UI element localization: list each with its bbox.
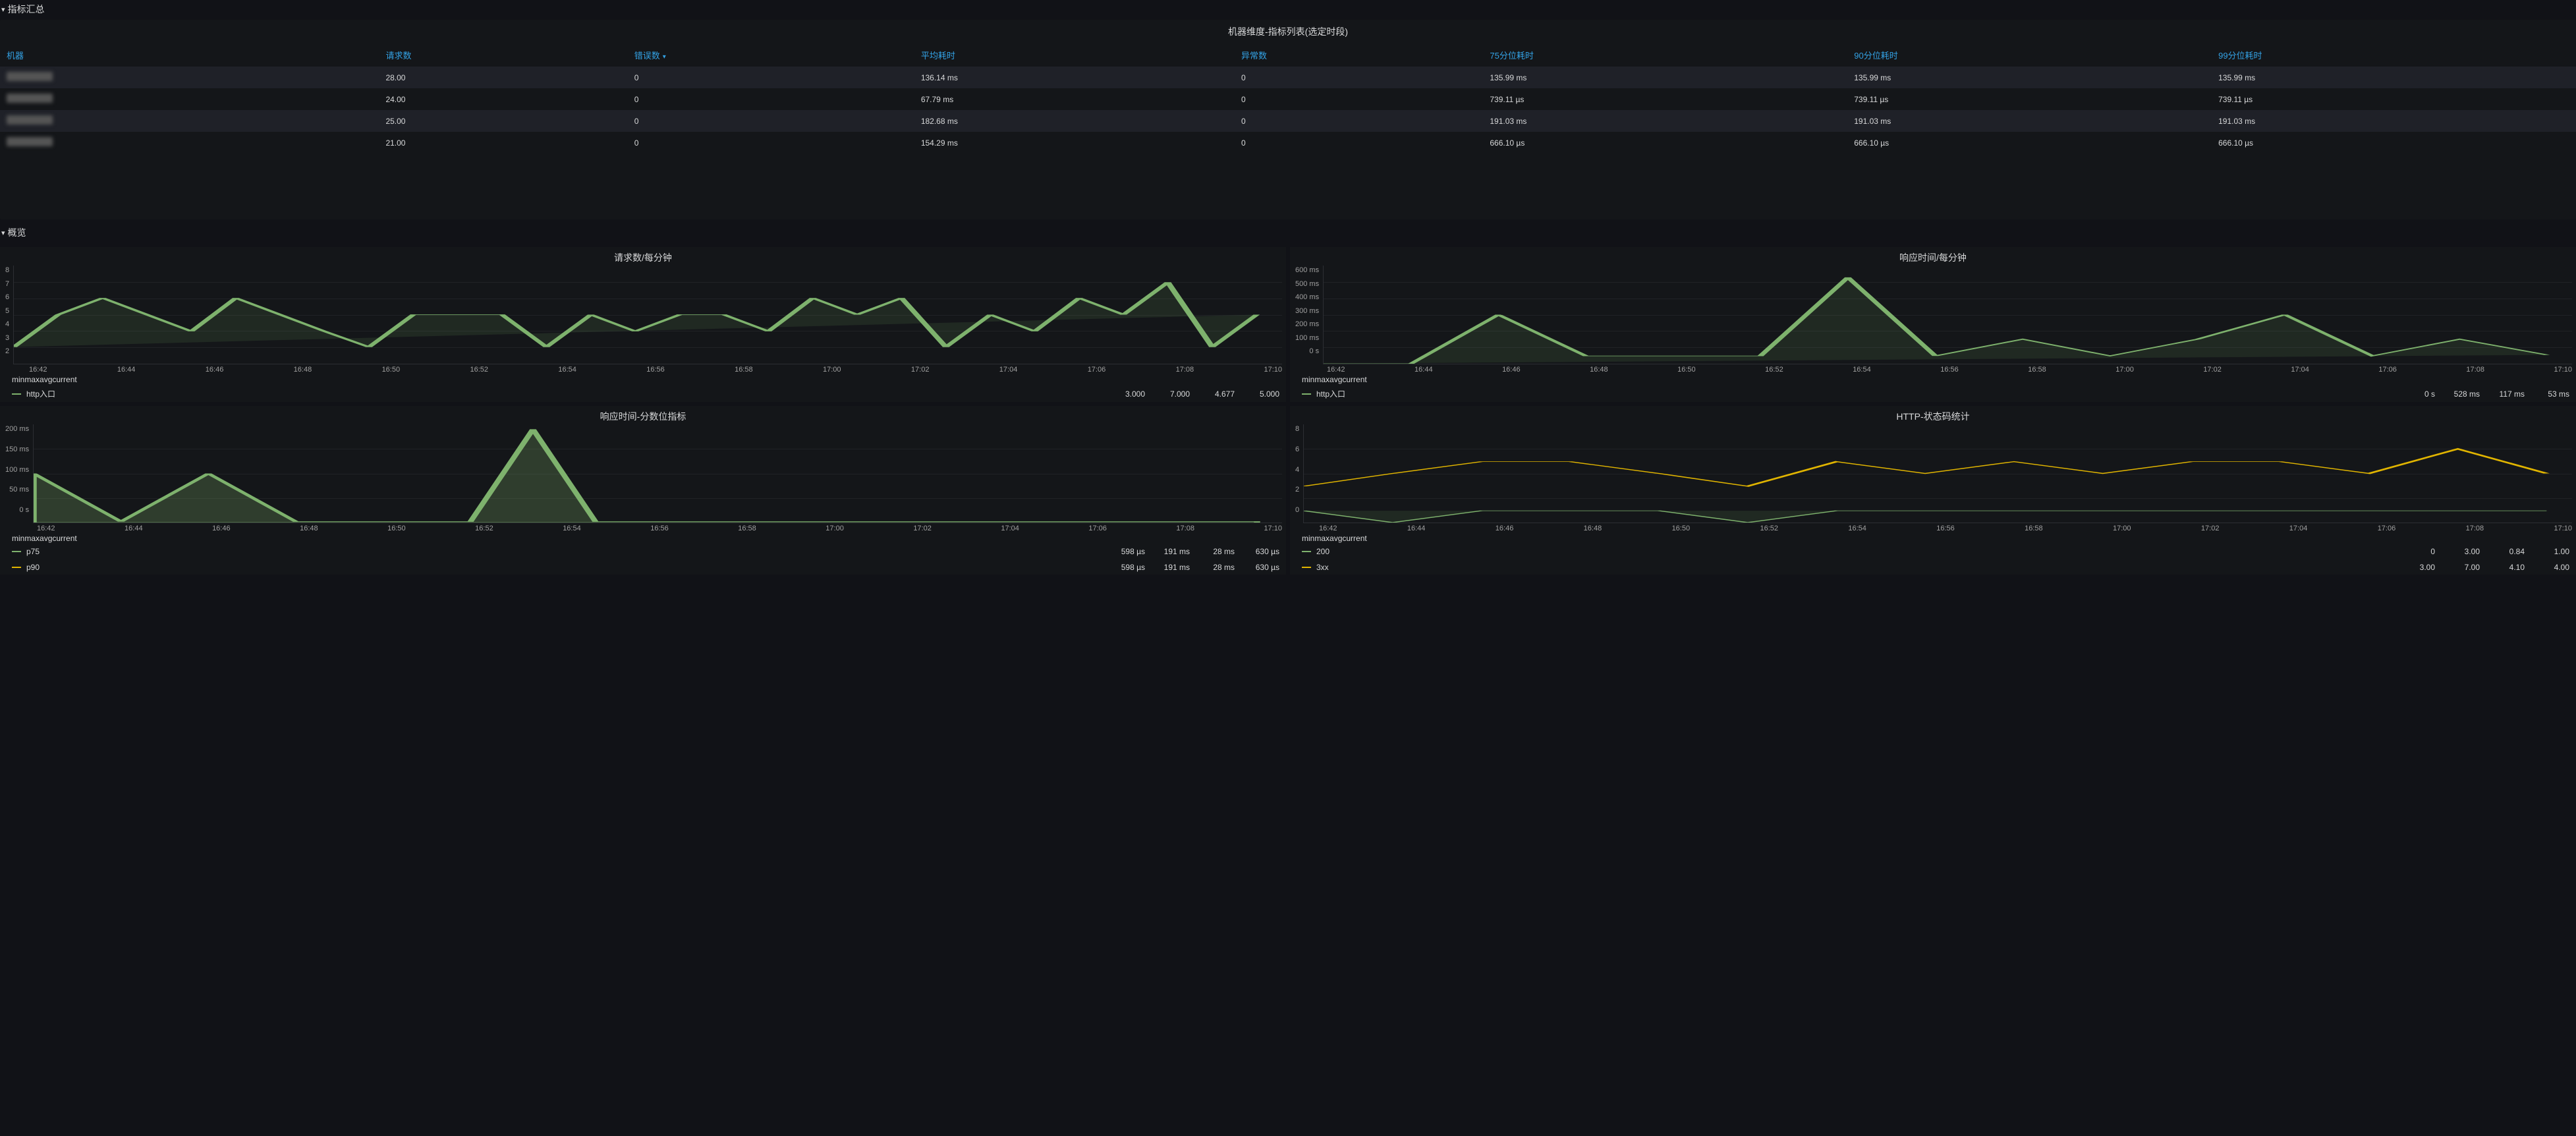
legend-row[interactable]: http入口 3.000 7.000 4.677 5.000 [0,384,1286,402]
requests-cell: 24.00 [379,88,627,110]
p75-cell: 191.03 ms [1483,110,1847,132]
y-axis: 86420 [1294,424,1303,523]
p99-cell: 135.99 ms [2212,67,2576,88]
requests-cell: 21.00 [379,132,627,154]
chart-http-status[interactable]: HTTP-状态码统计 86420 16:4216:4416:4616:4816:… [1290,406,2576,575]
p75-cell: 739.11 µs [1483,88,1847,110]
x-axis: 16:4216:4416:4616:4816:5016:5216:5416:56… [0,523,1286,532]
series-color-swatch [1302,551,1311,552]
chart-requests-per-min[interactable]: 请求数/每分钟 8765432 16:4216:4416:4616:4816:5… [0,247,1286,402]
table-row[interactable]: 28.00 0 136.14 ms 0 135.99 ms 135.99 ms … [0,67,2576,88]
p90-cell: 739.11 µs [1847,88,2212,110]
chart-title: 响应时间/每分钟 [1290,247,2576,266]
series-color-swatch [12,393,21,395]
anom-cell: 0 [1235,67,1483,88]
p75-cell: 666.10 µs [1483,132,1847,154]
errors-cell: 0 [628,132,914,154]
p99-cell: 666.10 µs [2212,132,2576,154]
p99-cell: 191.03 ms [2212,110,2576,132]
legend-row-p75[interactable]: p75 598 µs 191 ms 28 ms 630 µs [0,543,1286,559]
table-row[interactable]: 21.00 0 154.29 ms 0 666.10 µs 666.10 µs … [0,132,2576,154]
table-row[interactable]: 24.00 0 67.79 ms 0 739.11 µs 739.11 µs 7… [0,88,2576,110]
avg-cell: 67.79 ms [914,88,1235,110]
anom-cell: 0 [1235,132,1483,154]
errors-cell: 0 [628,67,914,88]
p90-cell: 191.03 ms [1847,110,2212,132]
avg-cell: 182.68 ms [914,110,1235,132]
metrics-table: 机器 请求数 错误数▾ 平均耗时 异常数 75分位耗时 90分位耗时 99分位耗… [0,43,2576,154]
th-p75[interactable]: 75分位耗时 [1483,43,1847,67]
th-requests[interactable]: 请求数 [379,43,627,67]
avg-cell: 154.29 ms [914,132,1235,154]
table-title: 机器维度-指标列表(选定时段) [0,20,2576,43]
p99-cell: 739.11 µs [2212,88,2576,110]
series-color-swatch [12,551,21,552]
section-title-text: 概览 [8,226,26,239]
plot-area [13,266,1282,364]
machine-cell [7,94,53,103]
anom-cell: 0 [1235,88,1483,110]
chart-title: 响应时间-分数位指标 [0,406,1286,424]
legend-row-p90[interactable]: p90 598 µs 191 ms 28 ms 630 µs [0,559,1286,575]
sort-indicator-icon: ▾ [660,53,666,61]
series-color-swatch [1302,567,1311,568]
machine-cell [7,137,53,146]
section-header-summary[interactable]: ▾ 指标汇总 [0,0,2576,20]
th-anomalies[interactable]: 异常数 [1235,43,1483,67]
requests-cell: 25.00 [379,110,627,132]
chart-title: 请求数/每分钟 [0,247,1286,266]
chart-title: HTTP-状态码统计 [1290,406,2576,424]
legend-row[interactable]: http入口 0 s 528 ms 117 ms 53 ms [1290,384,2576,402]
plot-area [1303,424,2572,523]
series-color-swatch [12,567,21,568]
avg-cell: 136.14 ms [914,67,1235,88]
errors-cell: 0 [628,88,914,110]
errors-cell: 0 [628,110,914,132]
chart-response-per-min[interactable]: 响应时间/每分钟 600 ms500 ms400 ms300 ms200 ms1… [1290,247,2576,402]
p75-cell: 135.99 ms [1483,67,1847,88]
anom-cell: 0 [1235,110,1483,132]
th-p99[interactable]: 99分位耗时 [2212,43,2576,67]
chevron-down-icon: ▾ [1,229,5,237]
machine-cell [7,72,53,81]
th-avg[interactable]: 平均耗时 [914,43,1235,67]
y-axis: 600 ms500 ms400 ms300 ms200 ms100 ms0 s [1294,266,1323,364]
chart-percentile[interactable]: 响应时间-分数位指标 200 ms150 ms100 ms50 ms0 s 16… [0,406,1286,575]
section-header-overview[interactable]: ▾ 概览 [0,223,2576,243]
th-errors[interactable]: 错误数▾ [628,43,914,67]
x-axis: 16:4216:4416:4616:4816:5016:5216:5416:56… [1290,364,2576,374]
x-axis: 16:4216:4416:4616:4816:5016:5216:5416:56… [1290,523,2576,532]
machine-cell [7,115,53,125]
chevron-down-icon: ▾ [1,5,5,14]
plot-area [1323,266,2572,364]
p90-cell: 135.99 ms [1847,67,2212,88]
legend-row-200[interactable]: 200 0 3.00 0.84 1.00 [1290,543,2576,559]
plot-area [33,424,1282,523]
y-axis: 200 ms150 ms100 ms50 ms0 s [4,424,33,523]
th-machine[interactable]: 机器 [0,43,379,67]
table-row[interactable]: 25.00 0 182.68 ms 0 191.03 ms 191.03 ms … [0,110,2576,132]
section-title-text: 指标汇总 [8,3,45,16]
y-axis: 8765432 [4,266,13,364]
series-color-swatch [1302,393,1311,395]
legend-row-3xx[interactable]: 3xx 3.00 7.00 4.10 4.00 [1290,559,2576,575]
th-p90[interactable]: 90分位耗时 [1847,43,2212,67]
table-panel: 机器维度-指标列表(选定时段) 机器 请求数 错误数▾ 平均耗时 异常数 75分… [0,20,2576,219]
requests-cell: 28.00 [379,67,627,88]
p90-cell: 666.10 µs [1847,132,2212,154]
x-axis: 16:4216:4416:4616:4816:5016:5216:5416:56… [0,364,1286,374]
